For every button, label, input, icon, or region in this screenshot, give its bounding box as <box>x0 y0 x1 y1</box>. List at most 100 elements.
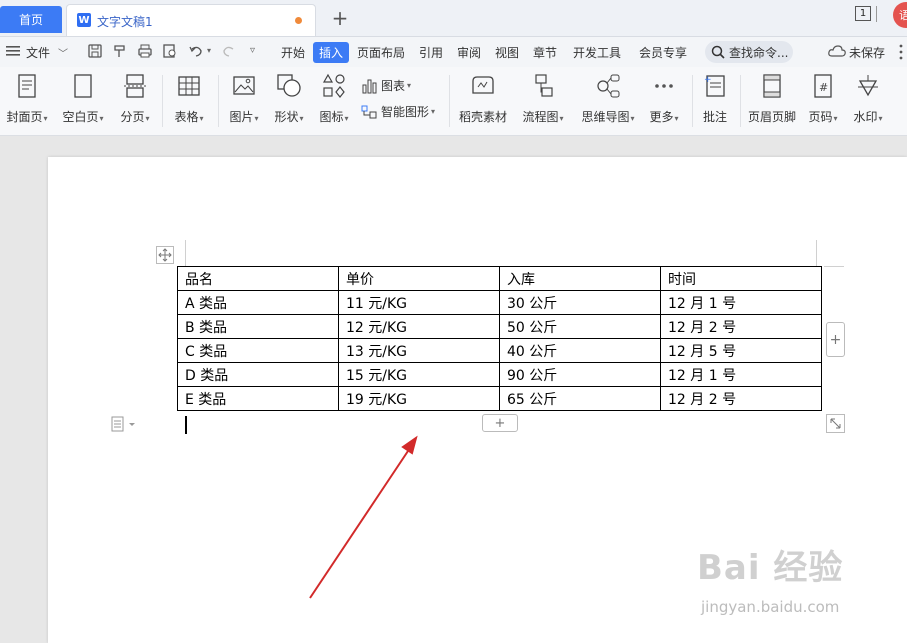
margin-marker <box>816 240 817 266</box>
comment-button[interactable]: + 批注 <box>698 73 732 125</box>
menu-reference[interactable]: 引用 <box>419 44 443 61</box>
paragraph-layout-icon[interactable] <box>110 416 138 432</box>
more-button[interactable]: 更多▾ <box>645 73 683 125</box>
table-cell[interactable]: 12 月 2 号 <box>660 386 822 411</box>
picture-icon <box>233 76 255 95</box>
page-number-label: 页码 <box>808 110 833 124</box>
chart-button[interactable]: 图表 ▾ <box>361 77 411 94</box>
table-button[interactable]: 表格▾ <box>170 73 208 125</box>
watermark-button[interactable]: 水印▾ <box>849 73 887 125</box>
ribbon-divider <box>449 75 450 127</box>
quick-access-more-icon[interactable]: ▿ <box>250 45 255 56</box>
table-cell[interactable]: E 类品 <box>177 386 339 411</box>
cloud-icon <box>828 44 846 58</box>
table-cell[interactable]: 15 元/KG <box>338 362 500 387</box>
table-cell[interactable]: B 类品 <box>177 314 339 339</box>
table-cell[interactable]: 12 月 2 号 <box>660 314 822 339</box>
table-row: C 类品 13 元/KG 40 公斤 12 月 5 号 <box>177 338 822 363</box>
menu-developer[interactable]: 开发工具 <box>573 44 621 61</box>
ribbon-divider <box>692 75 693 127</box>
tab-home[interactable]: 首页 <box>0 6 62 33</box>
shape-icon <box>277 74 301 97</box>
ribbon-divider <box>740 75 741 127</box>
page-break-label: 分页 <box>120 110 145 124</box>
table-cell[interactable]: 入库 <box>499 266 661 291</box>
picture-button[interactable]: 图片▾ <box>225 73 263 125</box>
bar-chart-icon <box>362 79 377 93</box>
save-icon[interactable] <box>87 43 103 59</box>
tab-document[interactable]: W 文字文稿1 <box>66 4 316 36</box>
document-title: 文字文稿1 <box>97 15 153 29</box>
icon-button[interactable]: 图标▾ <box>315 73 353 125</box>
flowchart-button[interactable]: 流程图▾ <box>518 73 568 125</box>
header-footer-label: 页眉页脚 <box>747 110 796 124</box>
print-icon[interactable] <box>137 43 153 59</box>
table-cell[interactable]: D 类品 <box>177 362 339 387</box>
command-search-input[interactable]: 查找命令... <box>705 41 793 63</box>
more-label: 更多 <box>649 110 674 124</box>
table-cell[interactable]: 12 月 1 号 <box>660 290 822 315</box>
menu-start[interactable]: 开始 <box>281 44 305 61</box>
table-cell[interactable]: 12 月 5 号 <box>660 338 822 363</box>
print-preview-icon[interactable] <box>162 43 178 59</box>
window-count-badge[interactable]: 1 <box>855 6 871 21</box>
menu-file[interactable]: 文件 <box>26 44 50 61</box>
more-menu-icon[interactable] <box>898 43 904 61</box>
page-break-button[interactable]: 分页▾ <box>115 73 155 125</box>
table-cell[interactable]: 时间 <box>660 266 822 291</box>
cover-page-button[interactable]: 封面页▾ <box>3 73 51 125</box>
blank-page-button[interactable]: 空白页▾ <box>59 73 107 125</box>
smart-art-label: 智能图形 <box>381 105 430 119</box>
page-number-button[interactable]: # 页码▾ <box>804 73 842 125</box>
data-table[interactable]: 品名 单价 入库 时间 A 类品 11 元/KG 30 公斤 12 月 1 号 … <box>177 266 822 411</box>
add-row-button[interactable]: + <box>482 414 518 432</box>
table-cell[interactable]: 65 公斤 <box>499 386 661 411</box>
table-cell[interactable]: 40 公斤 <box>499 338 661 363</box>
table-cell[interactable]: 30 公斤 <box>499 290 661 315</box>
icon-library-icon <box>322 73 345 98</box>
table-cell[interactable]: 13 元/KG <box>338 338 500 363</box>
menu-page-layout[interactable]: 页面布局 <box>357 44 405 61</box>
ribbon-divider <box>218 75 219 127</box>
table-move-handle-icon[interactable] <box>156 246 174 264</box>
title-tab-bar: 首页 W 文字文稿1 + 1 语 <box>0 0 907 37</box>
table-cell[interactable]: A 类品 <box>177 290 339 315</box>
user-avatar[interactable]: 语 <box>893 2 907 28</box>
menu-insert[interactable]: 插入 <box>313 42 350 63</box>
header-footer-button[interactable]: 页眉页脚 <box>745 73 799 125</box>
undo-dropdown-icon[interactable]: ▾ <box>207 46 211 55</box>
table-cell[interactable]: C 类品 <box>177 338 339 363</box>
table-cell[interactable]: 11 元/KG <box>338 290 500 315</box>
docer-material-button[interactable]: 稻壳素材 <box>455 73 511 125</box>
add-column-button[interactable]: + <box>826 322 845 357</box>
watermark-label: 水印 <box>853 110 878 124</box>
menu-bar: 文件 ﹀ ▾ ▿ 开始 插入 页面布局 引用 审阅 视图 章节 开发工具 会员专… <box>0 37 907 67</box>
comment-icon: + <box>704 75 725 97</box>
undo-icon[interactable] <box>188 43 204 59</box>
unsaved-status[interactable]: 未保存 <box>849 44 885 61</box>
table-cell[interactable]: 品名 <box>177 266 339 291</box>
table-label: 表格 <box>174 110 199 124</box>
format-painter-icon[interactable] <box>112 43 128 59</box>
smart-art-button[interactable]: 智能图形 ▾ <box>361 103 435 120</box>
table-cell[interactable]: 单价 <box>338 266 500 291</box>
hamburger-menu-icon[interactable] <box>6 45 20 57</box>
table-cell[interactable]: 12 月 1 号 <box>660 362 822 387</box>
new-tab-button[interactable]: + <box>330 7 350 29</box>
table-row: D 类品 15 元/KG 90 公斤 12 月 1 号 <box>177 362 822 387</box>
menu-view[interactable]: 视图 <box>495 44 519 61</box>
svg-text:#: # <box>819 81 828 94</box>
menu-member[interactable]: 会员专享 <box>639 44 687 61</box>
shape-button[interactable]: 形状▾ <box>270 73 308 125</box>
svg-text:+: + <box>704 75 712 85</box>
table-cell[interactable]: 90 公斤 <box>499 362 661 387</box>
chevron-down-icon[interactable]: ﹀ <box>58 45 68 60</box>
menu-chapter[interactable]: 章节 <box>533 44 557 61</box>
table-cell[interactable]: 19 元/KG <box>338 386 500 411</box>
mindmap-button[interactable]: 思维导图▾ <box>576 73 640 125</box>
icon-label: 图标 <box>319 110 344 124</box>
table-resize-handle-icon[interactable] <box>826 414 845 433</box>
table-cell[interactable]: 50 公斤 <box>499 314 661 339</box>
menu-review[interactable]: 审阅 <box>457 44 481 61</box>
table-cell[interactable]: 12 元/KG <box>338 314 500 339</box>
